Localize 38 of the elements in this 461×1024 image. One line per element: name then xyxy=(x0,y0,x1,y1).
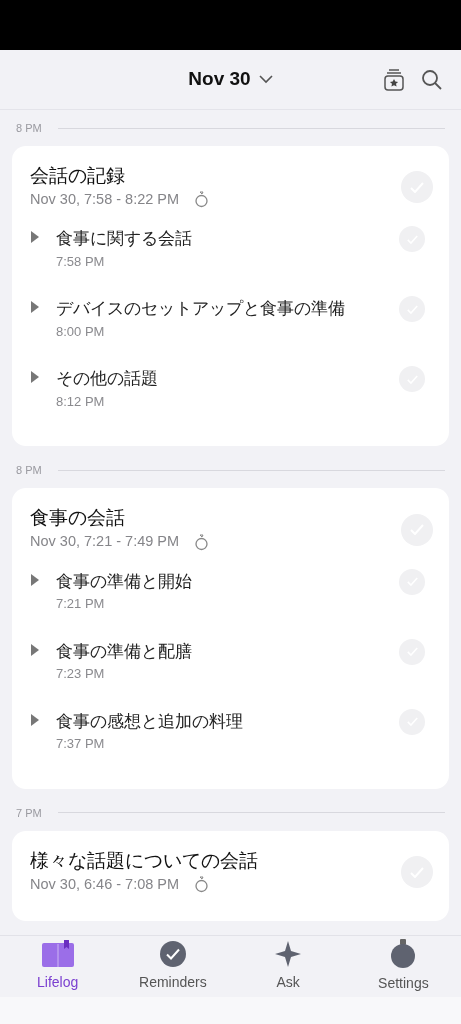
tab-button[interactable]: Settings xyxy=(345,939,461,994)
book-icon xyxy=(39,940,76,968)
subentry-title: 食事の準備と開始 xyxy=(56,570,192,593)
subentry-title: デバイスのセットアップと食事の準備 xyxy=(56,298,345,321)
ring-icon xyxy=(195,191,209,209)
ring-icon xyxy=(195,533,209,551)
tab-button[interactable]: Ask xyxy=(230,940,346,993)
subentry-title: その他の話題 xyxy=(56,368,158,391)
entry-card[interactable]: 様々な話題についての会話 Nov 30, 6:46 - 7:08 PM xyxy=(12,830,449,922)
search-icon[interactable] xyxy=(421,69,443,91)
entry-title: 様々な話題についての会話 xyxy=(30,848,258,873)
subentry-time: 7:58 PM xyxy=(56,252,106,271)
entry-card[interactable]: 会話の記録 Nov 30, 7:58 - 8:22 PM 食事に関する会話 7:58 PM デバイスのセットアップと食事の準備 8:00 PM その他の話題 8:12 PM xyxy=(12,146,449,447)
subentry-time: 7:21 PM xyxy=(56,595,106,614)
chevron-down-icon[interactable] xyxy=(258,75,273,84)
entry-time: Nov 30, 7:21 - 7:49 PM xyxy=(30,532,180,552)
subentry-time: 7:37 PM xyxy=(56,735,106,754)
starred-stack-icon[interactable] xyxy=(383,68,405,92)
subentry-time: 8:12 PM xyxy=(56,392,106,411)
hour-label: 8 PM xyxy=(16,463,42,479)
subentry-title: 食事に関する会話 xyxy=(56,228,192,251)
tab-button[interactable]: Lifelog xyxy=(0,940,116,993)
entry-card[interactable]: 食事の会話 Nov 30, 7:21 - 7:49 PM 食事の準備と開始 7:21 PM 食事の準備と配膳 7:23 PM 食事の感想と追加の料理 7:37 PM xyxy=(12,488,449,789)
entry-time: Nov 30, 7:58 - 8:22 PM xyxy=(30,189,180,209)
tab-button[interactable]: Reminders xyxy=(115,940,231,993)
hour-label: 8 PM xyxy=(16,120,42,136)
subentry-title: 食事の準備と配膳 xyxy=(56,640,192,663)
hour-label: 7 PM xyxy=(16,805,42,821)
entry-title: 会話の記録 xyxy=(30,164,126,188)
subentry-time: 7:23 PM xyxy=(56,665,106,684)
ring-icon xyxy=(195,875,209,893)
pendant-icon xyxy=(390,939,417,969)
entry-title: 食事の会話 xyxy=(30,506,126,531)
entry-time: Nov 30, 6:46 - 7:08 PM xyxy=(30,874,180,894)
date-title: Nov 30 xyxy=(188,67,251,92)
subentry-time: 8:00 PM xyxy=(56,322,106,341)
subentry-title: 食事の感想と追加の料理 xyxy=(56,710,243,733)
checkmark-circle-icon xyxy=(158,940,187,968)
